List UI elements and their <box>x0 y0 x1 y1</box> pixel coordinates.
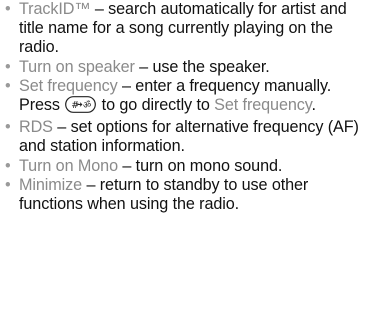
term-rds: RDS <box>19 118 53 137</box>
document-page: • TrackID™ – search automatically for ar… <box>0 0 368 336</box>
term-minimize: Minimize <box>19 175 83 194</box>
term-set-frequency: Set frequency <box>19 76 118 95</box>
bullet-icon: • <box>5 118 11 137</box>
description-set-frequency-end: . <box>311 96 317 115</box>
term-turn-on-speaker: Turn on speaker <box>19 57 135 76</box>
bullet-icon: • <box>5 0 11 18</box>
bullet-icon: • <box>5 175 11 194</box>
svg-text:ॐ: ॐ <box>83 100 91 111</box>
description-rds: – set options for alternative frequency … <box>19 118 359 156</box>
list-item-turn-on-mono: • Turn on Mono – turn on mono sound. <box>2 157 368 176</box>
list-item-turn-on-speaker: • Turn on speaker – use the speaker. <box>2 58 368 77</box>
term-trackid: TrackID™ <box>19 0 91 18</box>
svg-text:#: # <box>71 100 79 111</box>
description-turn-on-speaker: – use the speaker. <box>134 57 270 76</box>
list-item-set-frequency: • Set frequency – enter a frequency manu… <box>2 77 368 118</box>
hash-key-icon: # ॐ <box>65 96 97 118</box>
term-turn-on-mono: Turn on Mono <box>19 156 118 175</box>
term-set-frequency-repeat: Set frequency <box>214 96 312 115</box>
bullet-icon: • <box>5 76 11 95</box>
list-item-rds: • RDS – set options for alternative freq… <box>2 118 368 156</box>
radio-options-list: • TrackID™ – search automatically for ar… <box>2 0 368 214</box>
list-item-minimize: • Minimize – return to standby to use ot… <box>2 176 368 214</box>
description-turn-on-mono: – turn on mono sound. <box>117 156 283 175</box>
bullet-icon: • <box>5 156 11 175</box>
description-set-frequency-after: to go directly to <box>97 96 215 115</box>
list-item-trackid: • TrackID™ – search automatically for ar… <box>2 0 368 58</box>
bullet-icon: • <box>5 57 11 76</box>
